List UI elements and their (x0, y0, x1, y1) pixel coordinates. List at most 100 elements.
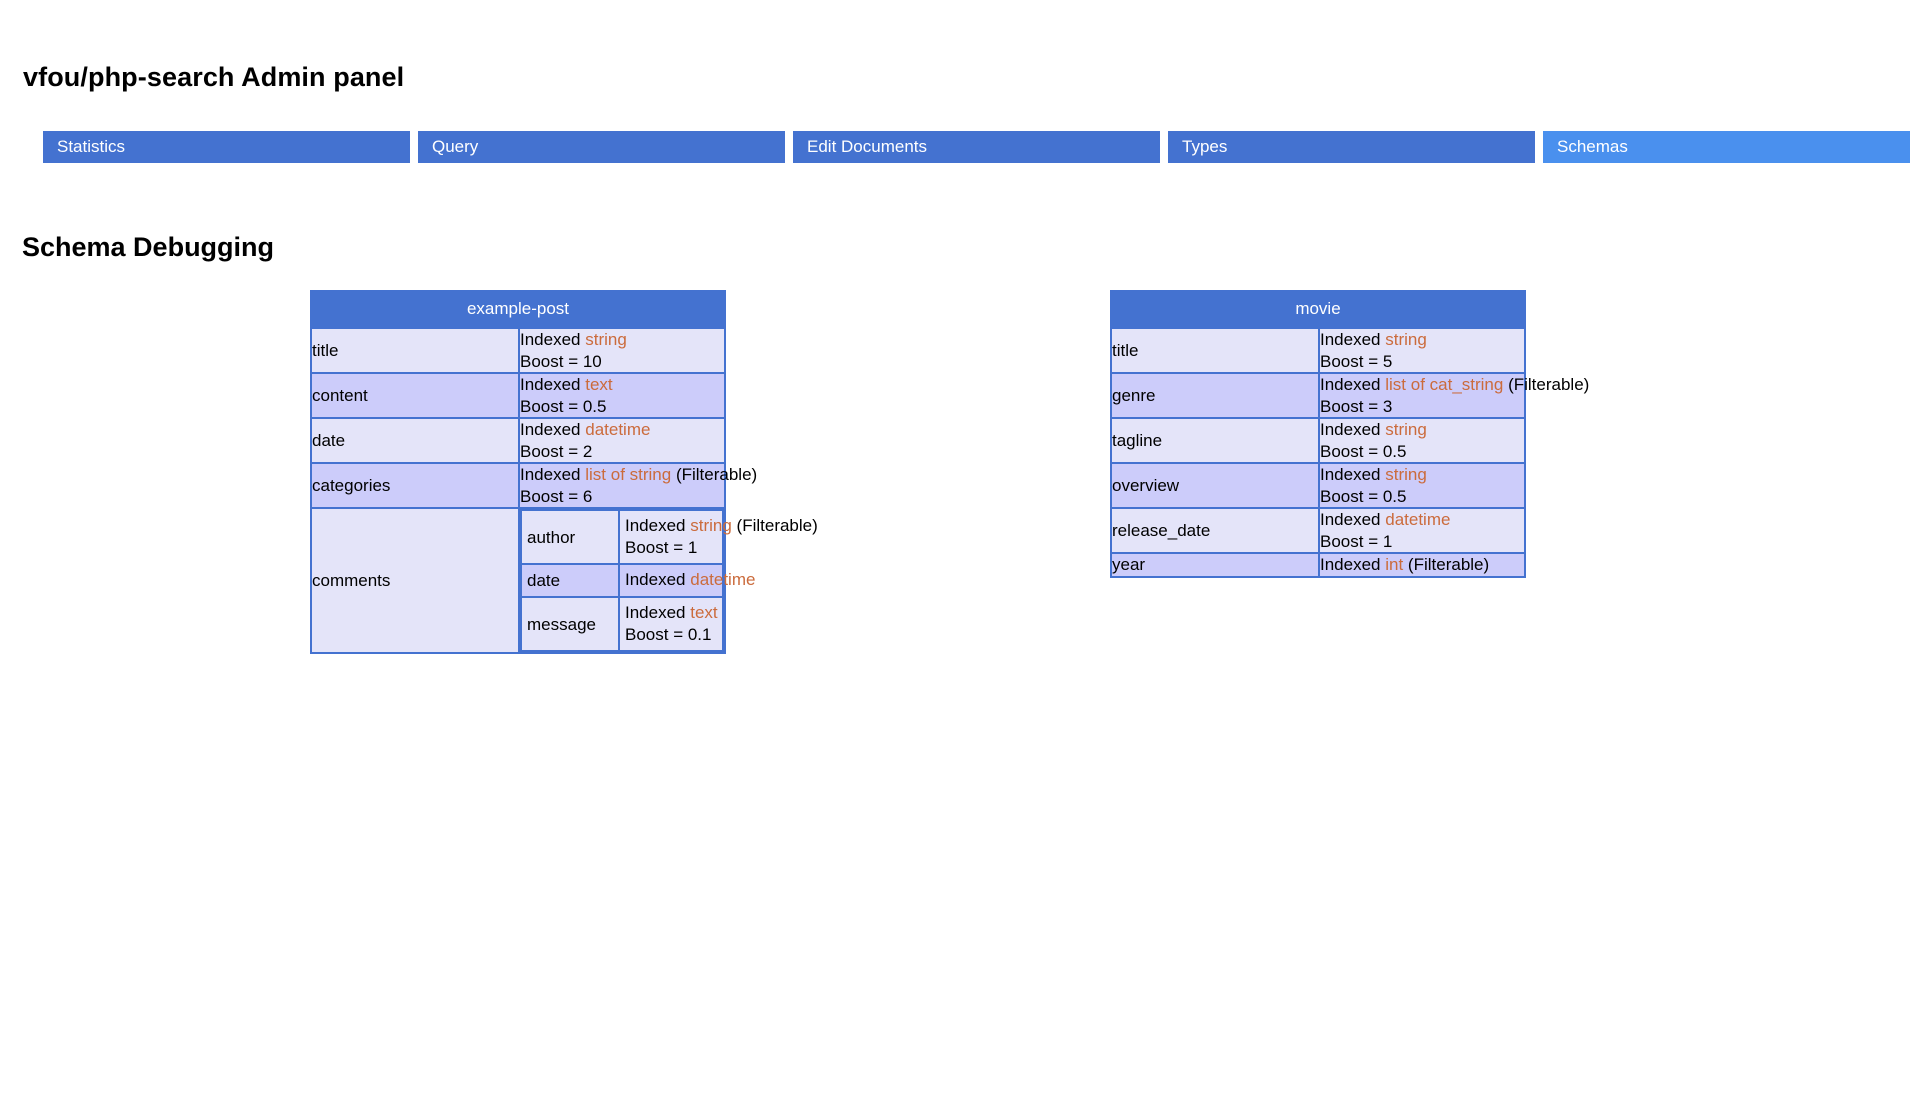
field-definition: Indexed string Boost = 10 (518, 327, 724, 372)
field-type-line: Indexed datetime (520, 419, 724, 441)
field-boost: Boost = 6 (520, 486, 593, 506)
subfield-name: author (527, 527, 576, 547)
indexed-label: Indexed (1320, 510, 1386, 529)
tab-statistics[interactable]: Statistics (43, 131, 410, 163)
filterable-flag: (Filterable) (1503, 375, 1590, 394)
schema-name-header: example-post (312, 292, 724, 327)
indexed-label: Indexed (1320, 375, 1386, 394)
field-boost: Boost = 2 (520, 441, 593, 461)
subfield-definition: Indexed text Boost = 0.1 (618, 596, 722, 650)
field-name: tagline (1112, 417, 1318, 462)
indexed-label: Indexed (520, 465, 586, 484)
field-type: list of string (585, 465, 672, 484)
field-type: string (1385, 420, 1427, 439)
field-boost: Boost = 0.5 (520, 396, 607, 416)
field-boost: Boost = 0.5 (1320, 441, 1407, 461)
field-name: categories (312, 462, 518, 507)
field-type: string (1385, 330, 1427, 349)
field-boost: Boost = 10 (520, 351, 602, 371)
field-type-line: Indexed datetime (1320, 509, 1524, 531)
field-name: year (1112, 552, 1318, 576)
tab-label: Query (432, 137, 479, 156)
field-boost: Boost = 1 (625, 537, 698, 557)
field-definition: Indexed text Boost = 0.5 (518, 372, 724, 417)
tab-query[interactable]: Query (418, 131, 785, 163)
table-row: release_date Indexed datetime Boost = 1 (1112, 507, 1524, 552)
field-type: datetime (585, 420, 651, 439)
field-name: content (312, 372, 518, 417)
tab-edit-documents[interactable]: Edit Documents (793, 131, 1160, 163)
table-row: year Indexed int (Filterable) (1112, 552, 1524, 576)
subfield-name: message (522, 596, 618, 650)
table-row: date Indexed datetime (522, 563, 755, 596)
field-type: int (1385, 555, 1404, 574)
schema-table: movie title Indexed string Boost = 5 genre In… (1110, 290, 1589, 578)
indexed-label: Indexed (520, 375, 586, 394)
field-type-line: Indexed string (1320, 419, 1524, 441)
field-type-line: Indexed string (1320, 464, 1524, 486)
field-type-line: Indexed datetime (625, 569, 755, 591)
indexed-label: Indexed (1320, 555, 1386, 574)
field-name: date (312, 417, 518, 462)
table-row: tagline Indexed string Boost = 0.5 (1112, 417, 1524, 462)
field-name: release_date (1112, 507, 1318, 552)
field-type: datetime (1385, 510, 1451, 529)
table-row: message Indexed text Boost = 0.1 (522, 596, 722, 650)
section-title: Schema Debugging (22, 232, 275, 263)
field-type: string (585, 330, 627, 349)
tab-types[interactable]: Types (1168, 131, 1535, 163)
field-definition: Indexed int (Filterable) (1318, 552, 1524, 576)
field-boost: Boost = 0.1 (625, 624, 712, 644)
field-type-line: Indexed text (520, 374, 724, 396)
filterable-flag: (Filterable) (1403, 555, 1490, 574)
field-type: text (690, 603, 718, 622)
field-definition: Indexed string Boost = 0.5 (1318, 462, 1524, 507)
tab-label: Schemas (1557, 137, 1628, 156)
indexed-label: Indexed (520, 420, 586, 439)
field-boost: Boost = 3 (1320, 396, 1393, 416)
schema-block: example-post title Indexed string Boost = 1… (310, 290, 818, 654)
admin-panel-page: vfou/php-search Admin panel Statistics Qu… (0, 0, 1920, 1106)
tab-label: Edit Documents (807, 137, 927, 156)
field-type-line: Indexed int (Filterable) (1320, 554, 1524, 576)
schema-name-header: movie (1112, 292, 1524, 327)
tab-schemas[interactable]: Schemas (1543, 131, 1910, 163)
subfield-definition: Indexed datetime (618, 563, 755, 596)
field-type-line: Indexed list of string (Filterable) (520, 464, 757, 486)
field-type-line: Indexed string (1320, 329, 1524, 351)
indexed-label: Indexed (1320, 465, 1386, 484)
field-type: text (585, 375, 613, 394)
indexed-label: Indexed (625, 516, 691, 535)
field-name: comments (312, 507, 518, 652)
field-boost: Boost = 1 (1320, 531, 1393, 551)
field-type: string (690, 516, 732, 535)
indexed-label: Indexed (625, 603, 691, 622)
field-definition: Indexed list of string (Filterable) Boost… (518, 462, 757, 507)
field-name: title (1112, 327, 1318, 372)
field-definition: Indexed string Boost = 5 (1318, 327, 1524, 372)
filterable-flag: (Filterable) (731, 516, 818, 535)
field-definition: Indexed datetime Boost = 1 (1318, 507, 1524, 552)
field-type-line: Indexed text (625, 602, 718, 624)
table-row: categories Indexed list of string (Filter… (312, 462, 757, 507)
page-title: vfou/php-search Admin panel (23, 62, 405, 93)
field-definition: Indexed string Boost = 0.5 (1318, 417, 1524, 462)
nested-schema-table: author Indexed string (Filterable) Boost =… (520, 509, 818, 652)
table-row: comments author Indexed string (Filterable… (312, 507, 818, 652)
field-definition: Indexed list of cat_string (Filterable) B… (1318, 372, 1589, 417)
indexed-label: Indexed (1320, 330, 1386, 349)
field-name: title (312, 327, 518, 372)
schema-table: example-post title Indexed string Boost = 1… (310, 290, 818, 654)
field-name: overview (1112, 462, 1318, 507)
table-row: genre Indexed list of cat_string (Filtera… (1112, 372, 1589, 417)
schema-block: movie title Indexed string Boost = 5 genre In… (1110, 290, 1589, 578)
table-row: date Indexed datetime Boost = 2 (312, 417, 724, 462)
field-type: datetime (690, 570, 756, 590)
table-row: title Indexed string Boost = 5 (1112, 327, 1524, 372)
subfield-name: date (522, 563, 618, 596)
field-boost: Boost = 5 (1320, 351, 1393, 371)
indexed-label: Indexed (520, 330, 586, 349)
field-type: string (1385, 465, 1427, 484)
filterable-flag: (Filterable) (671, 465, 758, 484)
field-boost: Boost = 0.5 (1320, 486, 1407, 506)
